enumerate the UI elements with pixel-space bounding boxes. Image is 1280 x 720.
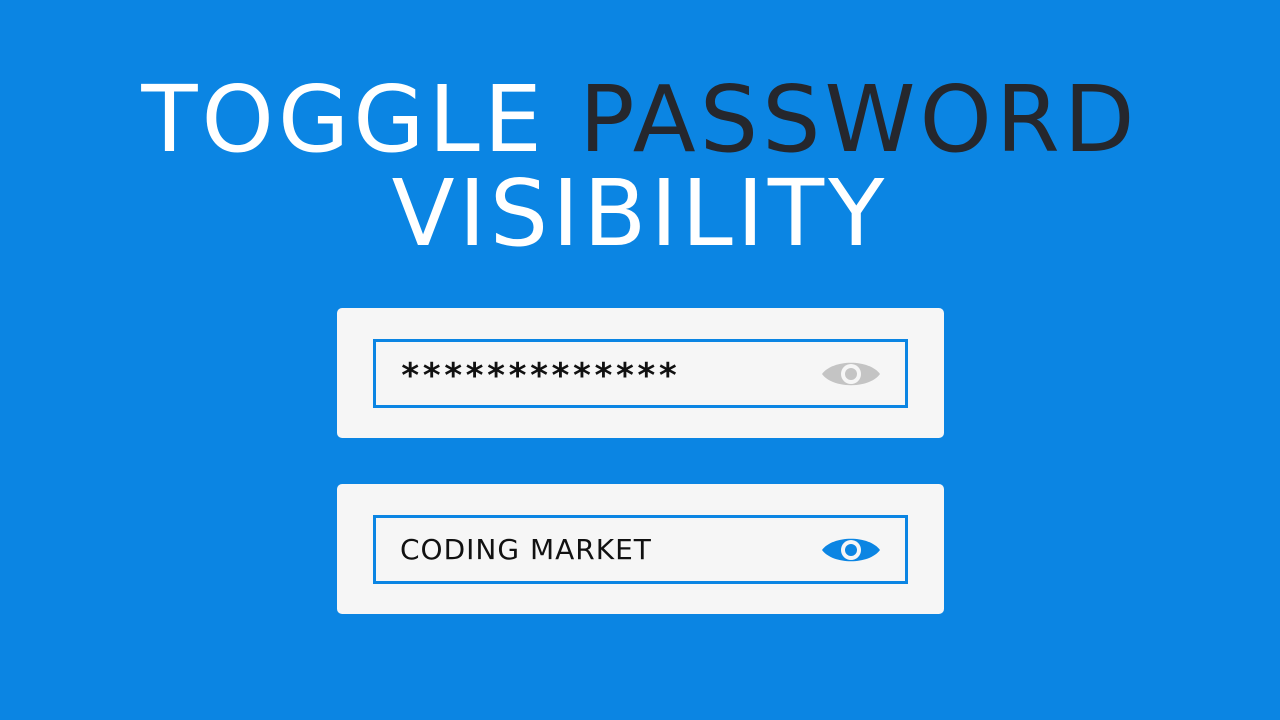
title-word-visibility: VISIBILITY — [391, 160, 889, 267]
eye-icon[interactable] — [821, 534, 881, 566]
page-title-line-2: VISIBILITY — [0, 168, 1280, 260]
title-word-password: PASSWORD — [579, 66, 1139, 173]
password-field-visible[interactable]: CODING MARKET — [373, 515, 908, 584]
eye-icon[interactable] — [821, 358, 881, 390]
password-card-hidden: ************* — [337, 308, 944, 438]
password-plain-value[interactable]: CODING MARKET — [400, 518, 652, 581]
title-word-toggle: TOGGLE — [141, 66, 546, 173]
page-title-line-1: TOGGLE PASSWORD — [0, 74, 1280, 166]
password-field-hidden[interactable]: ************* — [373, 339, 908, 408]
password-masked-value[interactable]: ************* — [400, 345, 679, 408]
password-card-visible: CODING MARKET — [337, 484, 944, 614]
